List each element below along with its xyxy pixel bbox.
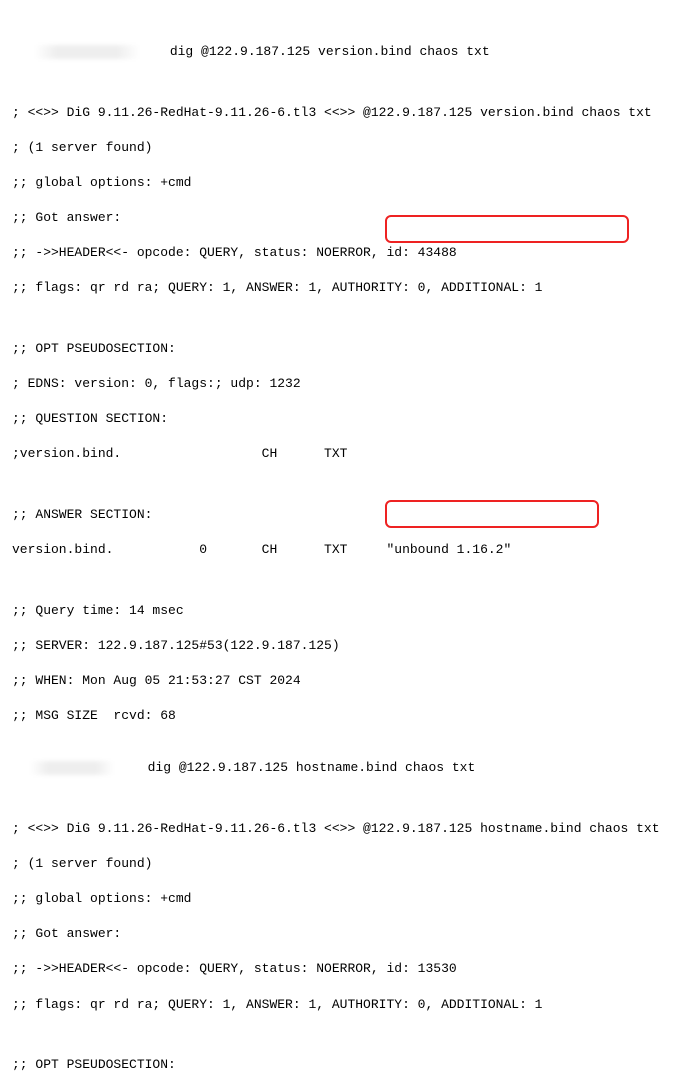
cmd2: dig @122.9.187.125 hostname.bind chaos t… bbox=[148, 760, 476, 775]
prompt-line: dig @122.9.187.125 version.bind chaos tx… bbox=[12, 43, 688, 61]
cmd1: dig @122.9.187.125 version.bind chaos tx… bbox=[170, 44, 490, 59]
prompt-line-2: dig @122.9.187.125 hostname.bind chaos t… bbox=[12, 759, 688, 777]
banner2: ; <<>> DiG 9.11.26-RedHat-9.11.26-6.tl3 … bbox=[12, 820, 688, 838]
redacted-user-host bbox=[12, 761, 132, 775]
redacted-user-host bbox=[12, 45, 162, 59]
banner1: ; <<>> DiG 9.11.26-RedHat-9.11.26-6.tl3 … bbox=[12, 104, 688, 122]
answer-row-1: version.bind. 0 CH TXT "unbound 1.16.2" bbox=[12, 541, 688, 559]
terminal-output: dig @122.9.187.125 version.bind chaos tx… bbox=[0, 0, 700, 1086]
